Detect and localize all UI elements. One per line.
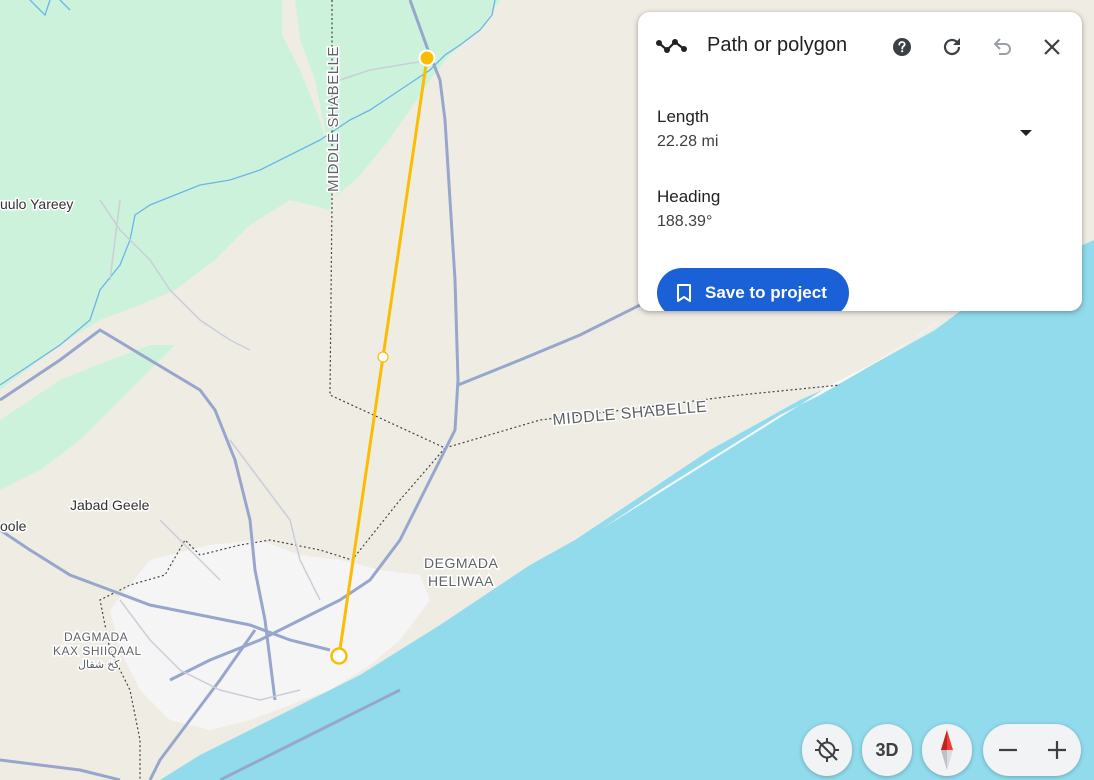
zoom-in-button[interactable]: [1032, 724, 1081, 776]
length-value: 22.28 mi: [657, 133, 719, 150]
district-label-kax-arabic: كخ شقال: [78, 659, 120, 671]
length-label: Length: [657, 107, 709, 126]
place-label-oole: oole: [0, 518, 27, 534]
undo-button[interactable]: [987, 32, 1017, 62]
close-button[interactable]: [1037, 32, 1067, 62]
place-label-jabad-geele: Jabad Geele: [70, 497, 150, 513]
close-icon: [1044, 39, 1060, 55]
length-unit-dropdown[interactable]: [1010, 118, 1042, 148]
minus-icon: [998, 748, 1017, 752]
undo-icon: [993, 38, 1011, 55]
compass-button[interactable]: [922, 724, 972, 776]
district-label-heliwaa-1: DEGMADA: [424, 555, 498, 571]
measure-end-point[interactable]: [330, 647, 348, 665]
plus-icon: [1047, 741, 1066, 759]
measure-panel: Path or polygon Length 22.28 mi Heading …: [638, 12, 1082, 311]
district-label-kax-1: DAGMADA: [64, 630, 128, 644]
save-button-label: Save to project: [705, 283, 827, 302]
help-button[interactable]: [887, 32, 917, 62]
panel-title: Path or polygon: [707, 34, 848, 56]
zoom-controls: [983, 724, 1081, 776]
heading-value: 188.39°: [657, 213, 713, 230]
district-label-heliwaa-2: HELIWAA: [428, 573, 494, 589]
compass-icon: [941, 730, 953, 770]
location-disabled-icon: [815, 738, 839, 762]
redo-button[interactable]: [937, 32, 967, 62]
region-label-middle-shabelle-vertical: MIDDLE SHABELLE: [325, 46, 342, 192]
bookmark-icon: [677, 284, 691, 302]
location-button[interactable]: [802, 724, 852, 776]
panel-header: Path or polygon: [638, 12, 1082, 80]
measure-start-point[interactable]: [418, 49, 436, 67]
refresh-icon: [943, 38, 961, 56]
path-polyline-icon: [656, 39, 687, 53]
zoom-out-button[interactable]: [983, 724, 1032, 776]
caret-down-icon: [1020, 130, 1032, 136]
save-to-project-button[interactable]: Save to project: [657, 268, 849, 311]
district-label-kax-2: KAX SHIIQAAL: [53, 644, 142, 658]
place-label-culo-yareey: uulo Yareey: [0, 196, 73, 212]
help-icon: [893, 38, 911, 56]
3d-label: 3D: [875, 739, 899, 760]
measure-midpoint-handle[interactable]: [377, 351, 389, 363]
heading-label: Heading: [657, 187, 721, 206]
3d-toggle-button[interactable]: 3D: [862, 724, 912, 776]
